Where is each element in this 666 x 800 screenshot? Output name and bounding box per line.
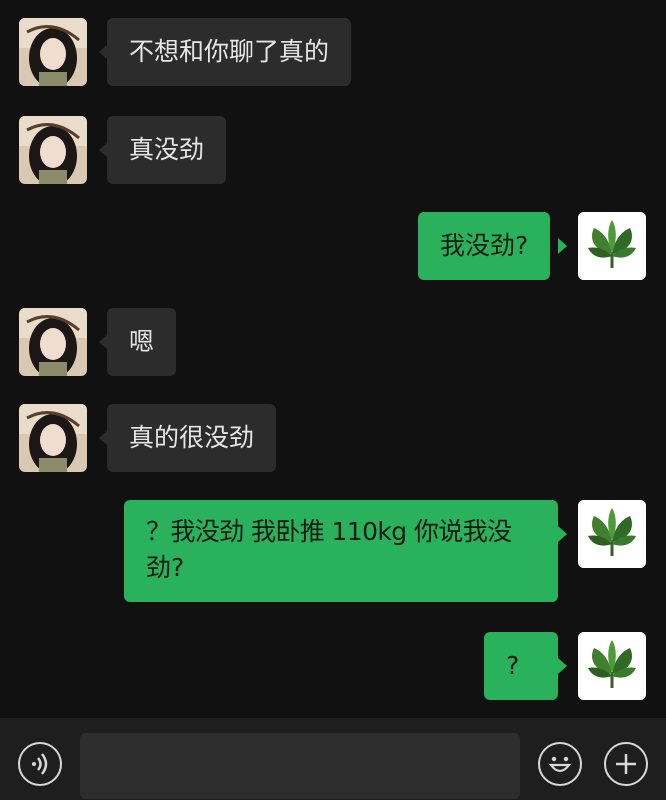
- message-bubble[interactable]: ？我没劲 我卧推 110kg 你说我没 劲?: [124, 500, 558, 602]
- voice-button[interactable]: [18, 742, 62, 786]
- green-plant-avatar-icon: [578, 632, 646, 700]
- girl-avatar-icon: [19, 404, 87, 472]
- green-plant-avatar-icon: [578, 212, 646, 280]
- message-input[interactable]: [80, 733, 520, 799]
- girl-avatar-icon: [19, 116, 87, 184]
- avatar[interactable]: [578, 632, 646, 700]
- bubble-tail: [558, 238, 567, 254]
- avatar[interactable]: [578, 500, 646, 568]
- emoji-button[interactable]: [538, 742, 582, 786]
- avatar[interactable]: [19, 116, 87, 184]
- voice-icon: [32, 753, 48, 775]
- plus-button[interactable]: [604, 742, 648, 786]
- avatar[interactable]: [19, 18, 87, 86]
- message-line-1: ？我没劲 我卧推 110kg 你说我没: [146, 517, 512, 546]
- emoji-icon: [548, 756, 572, 773]
- message-bubble[interactable]: ?: [484, 632, 558, 700]
- message-bubble[interactable]: 真的很没劲: [107, 404, 277, 472]
- avatar[interactable]: [19, 404, 87, 472]
- input-bar: [0, 718, 666, 800]
- message-bubble[interactable]: 不想和你聊了真的: [107, 18, 352, 86]
- green-plant-avatar-icon: [578, 500, 646, 568]
- avatar[interactable]: [19, 308, 87, 376]
- chat-message-list[interactable]: 不想和你聊了真的 真没劲 我没劲? 嗯 真的很没劲 ？我没劲 我卧推 110kg…: [0, 0, 666, 718]
- message-line-2: 劲?: [146, 553, 185, 582]
- bubble-tail: [558, 526, 567, 542]
- message-bubble[interactable]: 我没劲?: [418, 212, 551, 280]
- plus-icon: [616, 754, 636, 774]
- avatar[interactable]: [578, 212, 646, 280]
- message-bubble[interactable]: 真没劲: [107, 116, 227, 184]
- girl-avatar-icon: [19, 308, 87, 376]
- girl-avatar-icon: [19, 18, 87, 86]
- message-bubble[interactable]: 嗯: [107, 308, 177, 376]
- bubble-tail: [558, 658, 567, 674]
